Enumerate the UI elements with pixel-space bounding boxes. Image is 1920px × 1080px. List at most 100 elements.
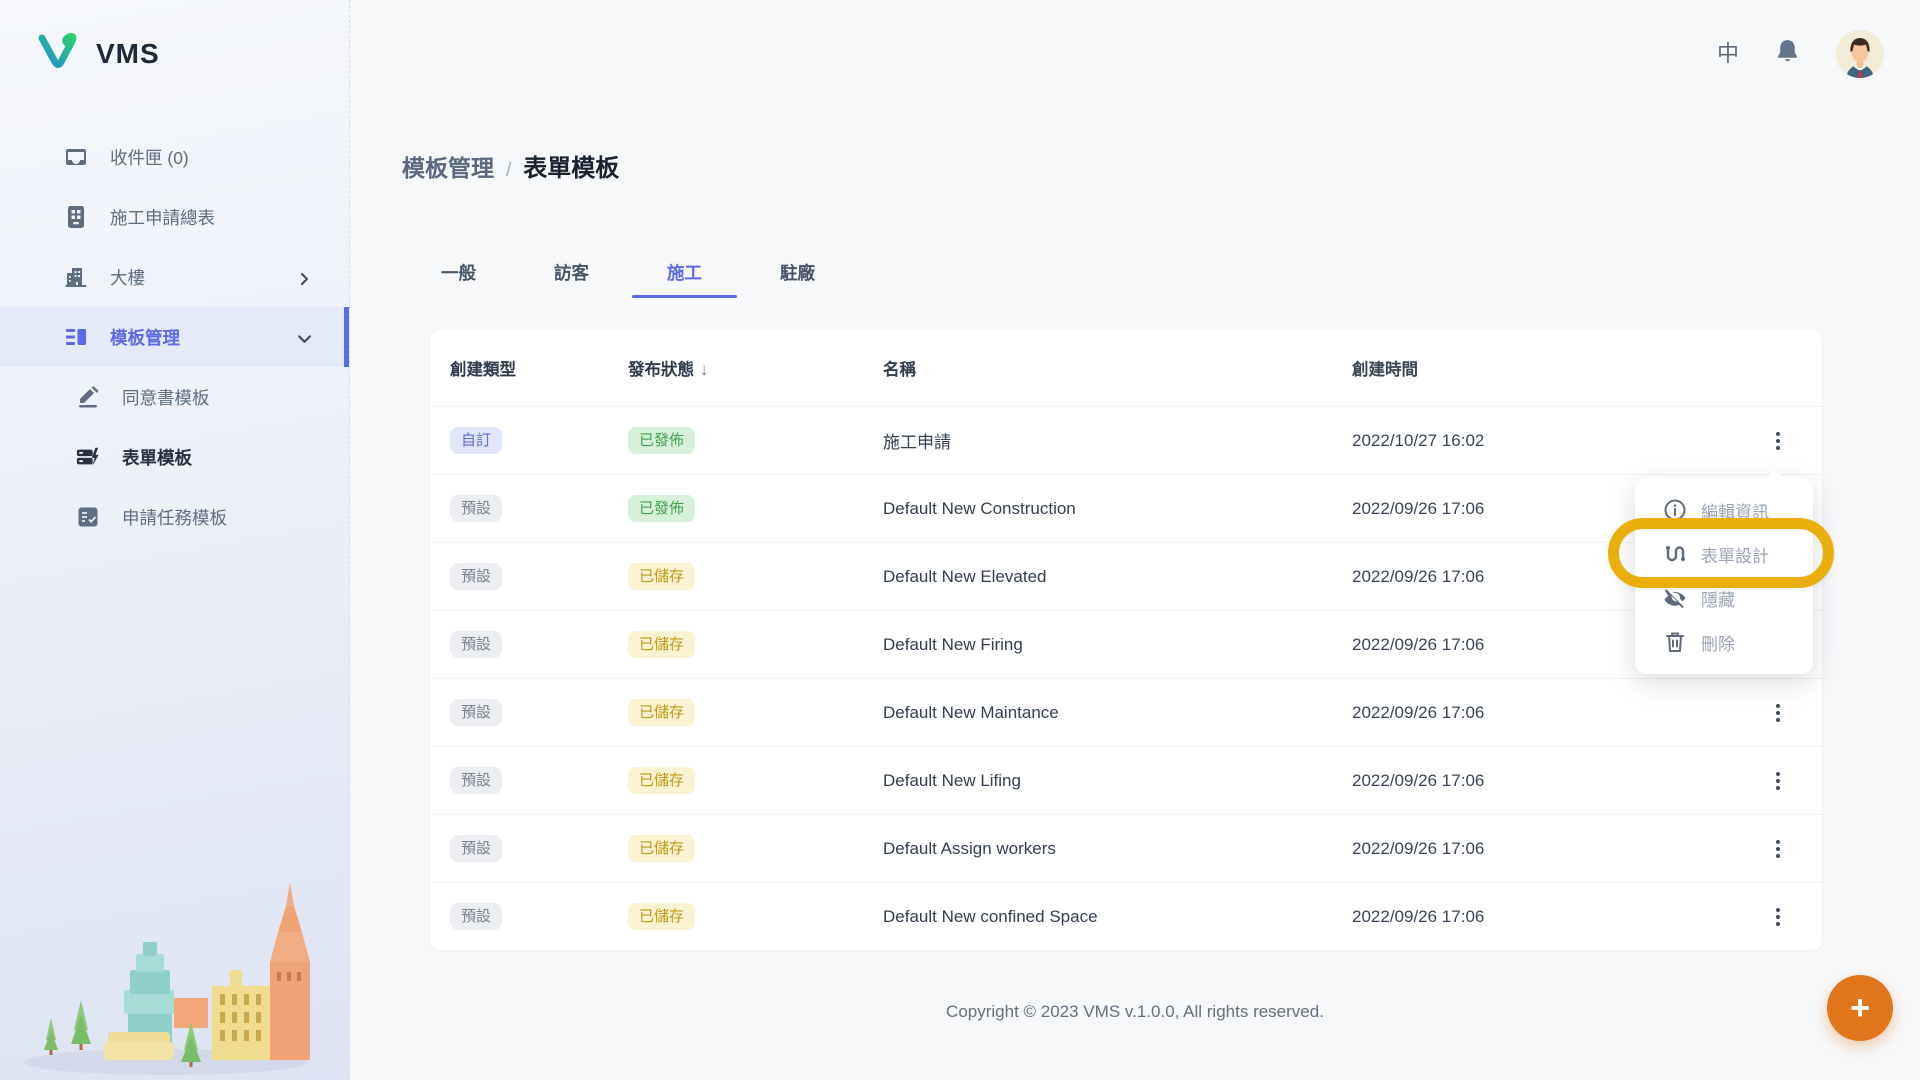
menu-item-edit-info[interactable]: 編輯資訊 bbox=[1635, 488, 1813, 532]
sidebar-item-label: 申請任務模板 bbox=[122, 505, 227, 530]
template-name: Default Assign workers bbox=[883, 839, 1352, 859]
logo-text: VMS bbox=[96, 38, 160, 70]
menu-item-label: 編輯資訊 bbox=[1701, 498, 1769, 523]
type-badge: 預設 bbox=[450, 767, 502, 794]
sidebar-item-label: 大樓 bbox=[110, 265, 145, 290]
type-badge: 預設 bbox=[450, 563, 502, 590]
menu-item-delete[interactable]: 刪除 bbox=[1635, 620, 1813, 664]
created-time: 2022/09/26 17:06 bbox=[1352, 839, 1734, 859]
row-more-button[interactable] bbox=[1764, 699, 1792, 727]
sort-desc-icon[interactable]: ↓ bbox=[700, 361, 708, 380]
sidebar-item-label: 同意書模板 bbox=[122, 385, 210, 410]
table-row: 預設 已儲存 Default New Lifing2022/09/26 17:06 bbox=[430, 746, 1822, 814]
info-icon bbox=[1663, 498, 1687, 522]
inbox-icon bbox=[64, 145, 88, 169]
template-manage-icon bbox=[64, 325, 88, 349]
sidebar-item-construction-applications[interactable]: 施工申請總表 bbox=[0, 187, 349, 247]
language-switch-icon[interactable]: 中 bbox=[1717, 43, 1739, 65]
status-badge: 已發佈 bbox=[628, 427, 695, 454]
col-header-name[interactable]: 名稱 bbox=[883, 356, 1352, 380]
form-template-icon bbox=[76, 445, 100, 469]
building-icon bbox=[64, 265, 88, 289]
sidebar-item-consent-template[interactable]: 同意書模板 bbox=[0, 367, 349, 427]
status-badge: 已儲存 bbox=[628, 563, 695, 590]
footer-copyright: Copyright © 2023 VMS v.1.0.0, All rights… bbox=[350, 1002, 1920, 1022]
eye-off-icon bbox=[1663, 586, 1687, 610]
type-badge: 預設 bbox=[450, 903, 502, 930]
created-time: 2022/09/26 17:06 bbox=[1352, 771, 1734, 791]
task-template-icon bbox=[76, 505, 100, 529]
sidebar-item-label: 模板管理 bbox=[110, 325, 180, 350]
status-badge: 已儲存 bbox=[628, 631, 695, 658]
menu-item-hide[interactable]: 隱藏 bbox=[1635, 576, 1813, 620]
menu-item-label: 隱藏 bbox=[1701, 586, 1735, 611]
status-badge: 已儲存 bbox=[628, 835, 695, 862]
table-row: 預設已儲存Default New Maintance2022/09/26 17:… bbox=[430, 678, 1822, 746]
sidebar-item-label: 收件匣 (0) bbox=[110, 145, 189, 170]
table-header: 創建類型 發布狀態↓ 名稱 創建時間 bbox=[430, 330, 1822, 406]
sidebar-item-task-template[interactable]: 申請任務模板 bbox=[0, 487, 349, 547]
col-header-status[interactable]: 發布狀態↓ bbox=[628, 356, 883, 380]
row-more-button[interactable] bbox=[1764, 903, 1792, 931]
breadcrumb-parent[interactable]: 模板管理 bbox=[402, 149, 494, 183]
type-badge: 預設 bbox=[450, 495, 502, 522]
tab-1[interactable]: 一般 bbox=[402, 246, 515, 298]
type-badge: 預設 bbox=[450, 835, 502, 862]
chevron-down-icon bbox=[297, 330, 311, 344]
type-badge: 預設 bbox=[450, 699, 502, 726]
type-badge: 預設 bbox=[450, 631, 502, 658]
tab-bar: 一般訪客施工駐廠 bbox=[402, 246, 854, 298]
trash-icon bbox=[1663, 630, 1687, 654]
template-name: Default New Maintance bbox=[883, 703, 1352, 723]
tab-3[interactable]: 施工 bbox=[628, 246, 741, 298]
status-badge: 已發佈 bbox=[628, 495, 695, 522]
template-name: Default New Construction bbox=[883, 499, 1352, 519]
sidebar-item-label: 表單模板 bbox=[122, 445, 192, 470]
col-header-type[interactable]: 創建類型 bbox=[430, 356, 628, 380]
sidebar-item-template-management[interactable]: 模板管理 bbox=[0, 307, 349, 367]
sidebar: VMS 收件匣 (0) 施工申請總表大樓模板管理同意書模板表單模板申請任務模板 bbox=[0, 0, 350, 1080]
tab-2[interactable]: 訪客 bbox=[515, 246, 628, 298]
form-design-icon bbox=[1663, 542, 1687, 566]
row-more-button[interactable] bbox=[1764, 427, 1792, 455]
breadcrumb-separator: / bbox=[506, 160, 511, 182]
menu-item-label: 刪除 bbox=[1701, 630, 1735, 655]
template-name: Default New Elevated bbox=[883, 567, 1352, 587]
tab-4[interactable]: 駐廠 bbox=[741, 246, 854, 298]
col-header-created[interactable]: 創建時間 bbox=[1352, 356, 1734, 380]
sidebar-item-inbox[interactable]: 收件匣 (0) bbox=[0, 127, 349, 187]
chevron-right-icon bbox=[297, 270, 311, 284]
logo[interactable]: VMS bbox=[0, 0, 349, 77]
sidebar-item-label: 施工申請總表 bbox=[110, 205, 215, 230]
construction-list-icon bbox=[64, 205, 88, 229]
template-table-card: 創建類型 發布狀態↓ 名稱 創建時間 自訂已發佈施工申請2022/10/27 1… bbox=[430, 330, 1822, 950]
created-time: 2022/10/27 16:02 bbox=[1352, 431, 1734, 451]
type-badge: 自訂 bbox=[450, 427, 502, 454]
table-row: 預設 已儲存 Default Assign workers2022/09/26 17… bbox=[430, 814, 1822, 882]
created-time: 2022/09/26 17:06 bbox=[1352, 703, 1734, 723]
template-name: Default New Firing bbox=[883, 635, 1352, 655]
template-name: Default New confined Space bbox=[883, 907, 1352, 927]
sidebar-item-form-template[interactable]: 表單模板 bbox=[0, 427, 349, 487]
sidebar-item-buildings[interactable]: 大樓 bbox=[0, 247, 349, 307]
consent-template-icon bbox=[76, 385, 100, 409]
row-context-menu: 編輯資訊表單設計隱藏刪除 bbox=[1635, 478, 1813, 674]
table-row: 自訂已發佈施工申請2022/10/27 16:02 bbox=[430, 406, 1822, 474]
table-row: 預設已儲存Default New Firing2022/09/26 17:06 bbox=[430, 610, 1822, 678]
menu-item-form-design[interactable]: 表單設計 bbox=[1635, 532, 1813, 576]
row-more-button[interactable] bbox=[1764, 767, 1792, 795]
add-template-fab[interactable]: + bbox=[1827, 975, 1893, 1041]
table-row: 預設已發佈Default New Construction2022/09/26 … bbox=[430, 474, 1822, 542]
status-badge: 已儲存 bbox=[628, 767, 695, 794]
sidebar-nav: 收件匣 (0) 施工申請總表大樓模板管理同意書模板表單模板申請任務模板 bbox=[0, 127, 349, 547]
notification-bell-icon[interactable] bbox=[1775, 38, 1800, 70]
created-time: 2022/09/26 17:06 bbox=[1352, 907, 1734, 927]
header-actions: 中 bbox=[1717, 30, 1884, 78]
table-row: 預設已儲存Default New confined Space2022/09/2… bbox=[430, 882, 1822, 950]
table-row: 預設已儲存Default New Elevated2022/09/26 17:0… bbox=[430, 542, 1822, 610]
template-name: Default New Lifing bbox=[883, 771, 1352, 791]
city-illustration bbox=[16, 870, 326, 1080]
page-title: 表單模板 bbox=[523, 148, 619, 183]
row-more-button[interactable] bbox=[1764, 835, 1792, 863]
user-avatar[interactable] bbox=[1836, 30, 1884, 78]
